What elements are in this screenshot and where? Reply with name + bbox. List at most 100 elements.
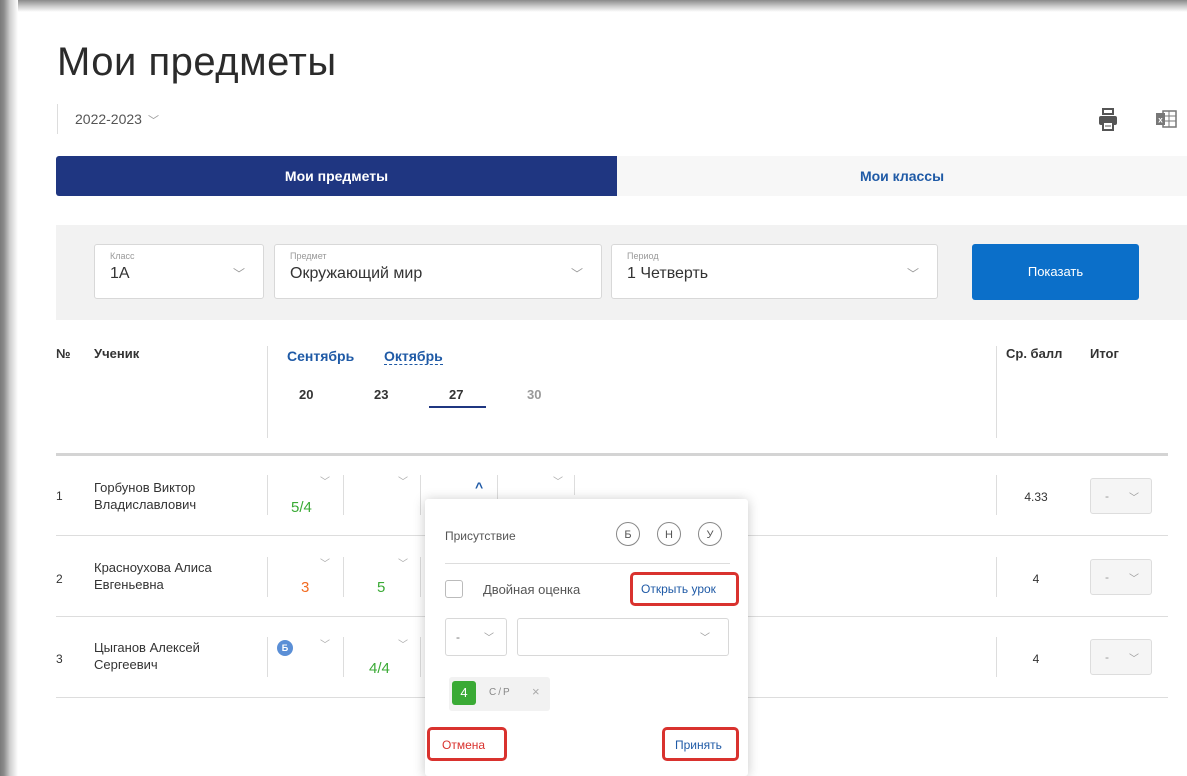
chevron-down-icon[interactable]: ﹀ — [398, 636, 408, 651]
final-grade-select[interactable]: - ﹀ — [1090, 639, 1152, 675]
grade-cell[interactable]: 3 — [301, 579, 309, 596]
student-name[interactable]: Цыганов Алексей Сергеевич — [94, 639, 200, 673]
final-grade-value: - — [1105, 650, 1109, 664]
double-mark-checkbox[interactable] — [445, 580, 463, 598]
window-frame-top — [0, 0, 1187, 12]
tab-my-subjects[interactable]: Мои предметы — [56, 156, 617, 196]
year-selector[interactable]: 2022-2023 ﹀ — [57, 104, 159, 134]
remove-mark-icon[interactable]: × — [532, 684, 540, 699]
chevron-down-icon: ﹀ — [906, 267, 919, 281]
student-surname: Красноухова Алиса — [94, 560, 212, 575]
popup-divider — [445, 563, 730, 564]
cell-divider — [420, 557, 421, 597]
show-button[interactable]: Показать — [972, 244, 1139, 300]
cell-divider — [996, 557, 997, 597]
col-header-num: № — [56, 346, 71, 361]
mark-value: 4 — [452, 681, 476, 705]
chevron-down-icon[interactable]: ﹀ — [320, 555, 330, 570]
student-surname: Горбунов Виктор — [94, 480, 196, 495]
mark-type: С/Р — [489, 687, 512, 698]
month-september[interactable]: Сентябрь — [287, 348, 354, 364]
student-patronymic: Евгеньевна — [94, 577, 164, 592]
class-select[interactable]: Класс 1А ﹀ — [94, 244, 264, 299]
selected-day-underline — [429, 406, 486, 408]
chevron-down-icon[interactable]: ﹀ — [398, 473, 408, 488]
cell-divider — [343, 637, 344, 677]
chevron-down-icon[interactable]: ﹀ — [320, 473, 330, 488]
year-value: 2022-2023 — [75, 111, 142, 127]
attendance-option-excused[interactable]: У — [698, 522, 722, 546]
chevron-down-icon[interactable]: ﹀ — [398, 555, 408, 570]
cell-divider — [267, 557, 268, 597]
col-header-student: Ученик — [94, 346, 140, 361]
attendance-option-absent[interactable]: Н — [657, 522, 681, 546]
grade-cell[interactable]: 5/4 — [291, 499, 312, 516]
chevron-down-icon: ﹀ — [1129, 654, 1139, 665]
header-divider — [996, 346, 997, 438]
chevron-down-icon: ﹀ — [1129, 493, 1139, 504]
cell-divider — [996, 475, 997, 515]
chevron-down-icon: ﹀ — [484, 633, 494, 644]
cell-divider — [574, 475, 575, 495]
final-grade-value: - — [1105, 570, 1109, 584]
row-number: 1 — [56, 489, 63, 503]
chevron-down-icon: ﹀ — [232, 267, 245, 281]
average-score: 4.33 — [1024, 490, 1048, 504]
cell-divider — [267, 475, 268, 515]
subject-select-value: Окружающий мир — [290, 265, 423, 282]
month-october[interactable]: Октябрь — [384, 348, 443, 365]
attendance-option-sick[interactable]: Б — [616, 522, 640, 546]
col-header-avg: Ср. балл — [1006, 346, 1063, 361]
final-grade-select[interactable]: - ﹀ — [1090, 478, 1152, 514]
cell-divider — [420, 475, 421, 515]
day-column-selected[interactable]: 27 — [449, 387, 463, 402]
period-select[interactable]: Период 1 Четверть ﹀ — [611, 244, 938, 299]
header-divider — [267, 346, 268, 438]
excel-icon[interactable]: x — [1155, 108, 1177, 130]
chevron-down-icon: ﹀ — [1129, 574, 1139, 585]
mark-select-value: - — [456, 630, 460, 644]
page-title: Мои предметы — [57, 40, 337, 84]
chevron-down-icon[interactable]: ﹀ — [320, 636, 330, 651]
double-mark-label: Двойная оценка — [483, 582, 581, 597]
student-surname: Цыганов Алексей — [94, 640, 200, 655]
subject-select-label: Предмет — [290, 251, 327, 261]
cancel-button[interactable]: Отмена — [442, 738, 485, 752]
student-patronymic: Владиславлович — [94, 497, 197, 512]
chevron-down-icon[interactable]: ﹀ — [553, 473, 563, 488]
row-number: 3 — [56, 652, 63, 666]
class-select-label: Класс — [110, 251, 135, 261]
work-type-select[interactable]: ﹀ — [517, 618, 729, 656]
average-score: 4 — [1032, 572, 1040, 586]
day-column[interactable]: 20 — [299, 387, 313, 402]
printer-icon[interactable] — [1097, 108, 1119, 132]
student-name[interactable]: Горбунов Виктор Владиславлович — [94, 479, 196, 513]
header-separator — [56, 453, 1168, 456]
cell-divider — [996, 637, 997, 677]
day-column[interactable]: 30 — [527, 387, 541, 402]
chevron-up-icon[interactable]: ^ — [475, 479, 483, 495]
absence-badge: Б — [277, 640, 293, 656]
tab-my-classes[interactable]: Мои классы — [617, 156, 1187, 196]
grade-cell[interactable]: 4/4 — [369, 660, 390, 677]
student-name[interactable]: Красноухова Алиса Евгеньевна — [94, 559, 212, 593]
class-select-value: 1А — [110, 265, 130, 282]
average-score: 4 — [1032, 652, 1040, 666]
cell-divider — [343, 557, 344, 597]
day-column[interactable]: 23 — [374, 387, 388, 402]
accept-button[interactable]: Принять — [675, 738, 722, 752]
cell-divider — [343, 475, 344, 515]
student-patronymic: Сергеевич — [94, 657, 158, 672]
cell-divider — [420, 637, 421, 677]
period-select-label: Период — [627, 251, 659, 261]
chevron-down-icon: ﹀ — [700, 633, 710, 644]
open-lesson-link[interactable]: Открыть урок — [641, 582, 716, 596]
svg-text:x: x — [1158, 116, 1163, 125]
attendance-label: Присутствие — [445, 529, 516, 543]
mark-select[interactable]: - ﹀ — [445, 618, 507, 656]
period-select-value: 1 Четверть — [627, 265, 709, 282]
subject-select[interactable]: Предмет Окружающий мир ﹀ — [274, 244, 602, 299]
final-grade-select[interactable]: - ﹀ — [1090, 559, 1152, 595]
cell-divider — [267, 637, 268, 677]
grade-cell[interactable]: 5 — [377, 579, 385, 596]
